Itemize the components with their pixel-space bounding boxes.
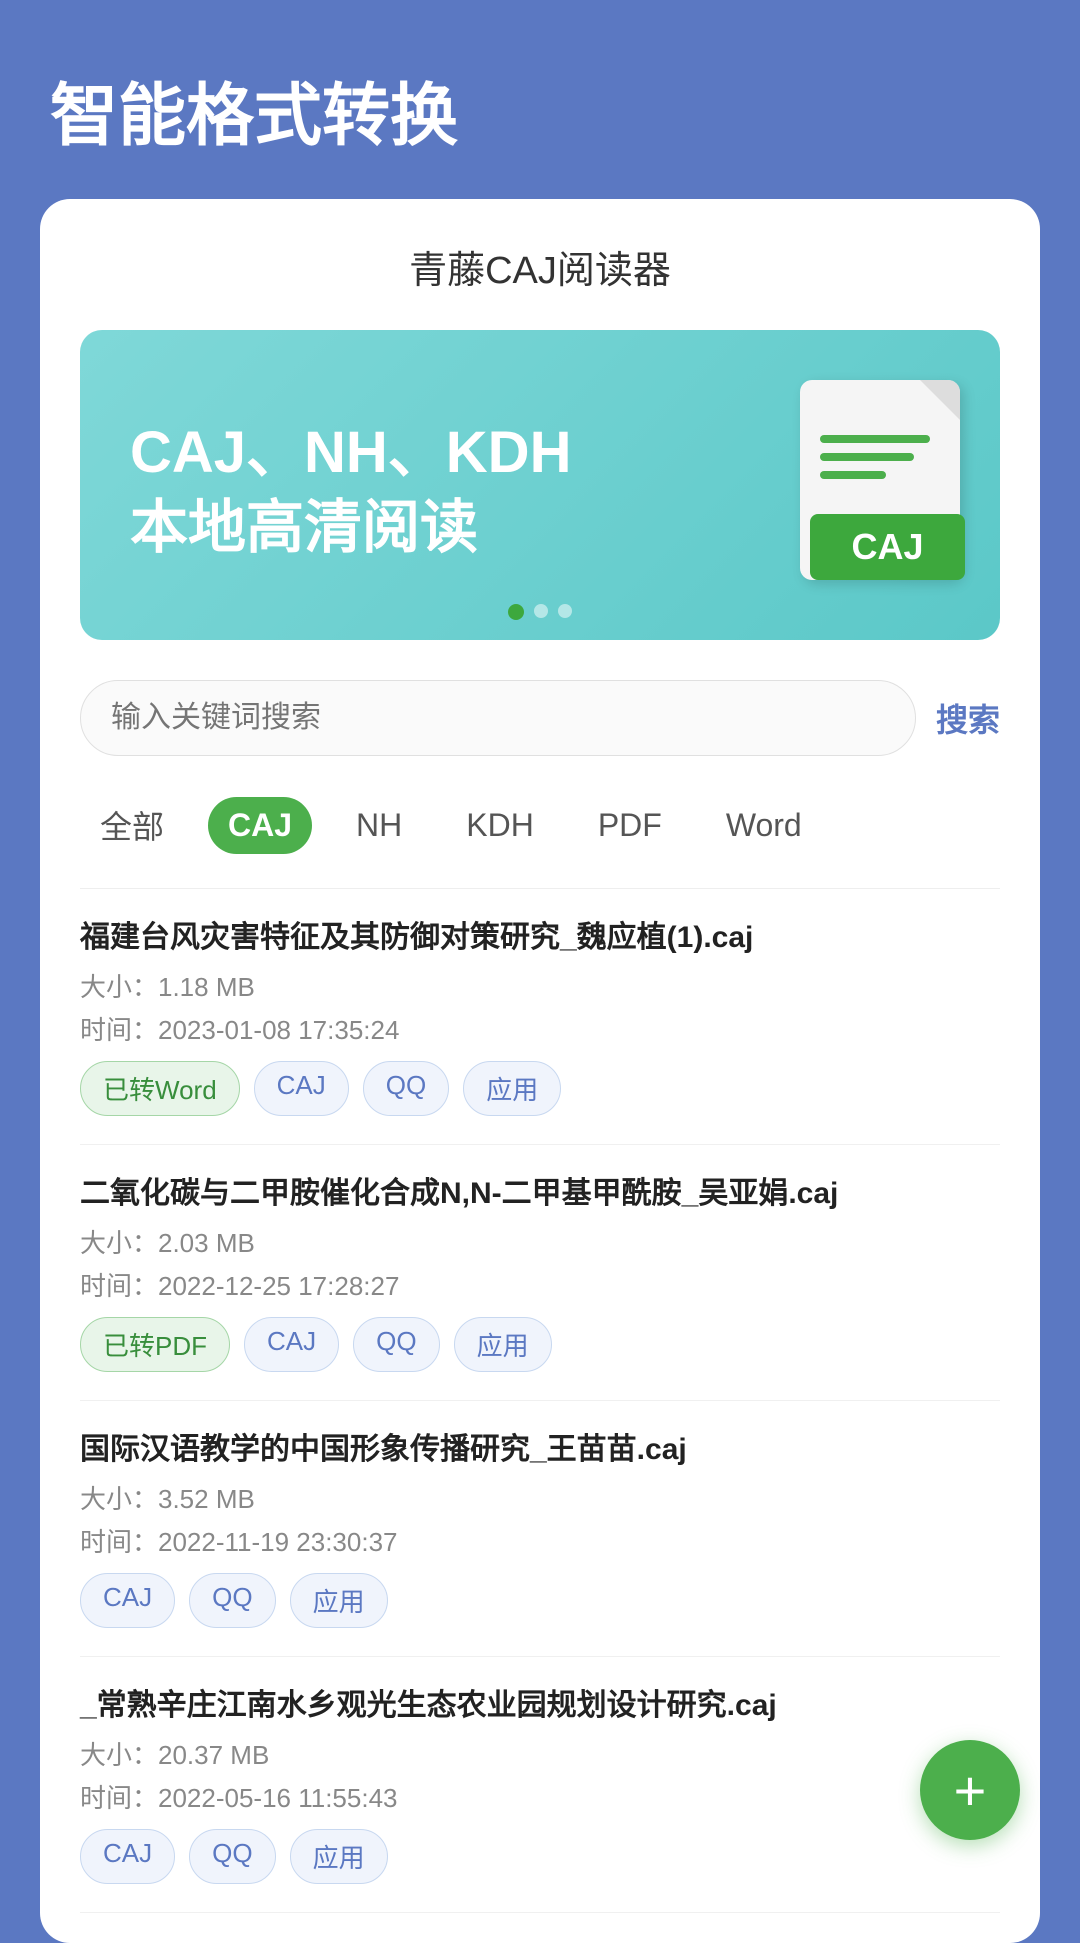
dot-1[interactable] [508, 604, 524, 620]
file-time: 时间：2022-11-19 23:30:37 [80, 1522, 1000, 1559]
tag-app[interactable]: 应用 [290, 1573, 388, 1628]
file-size: 大小：1.18 MB [80, 967, 1000, 1004]
doc-line-2 [820, 453, 914, 461]
main-card: 青藤CAJ阅读器 CAJ、NH、KDH 本地高清阅读 CAJ 搜索 [40, 199, 1040, 1943]
doc-lines [820, 435, 930, 489]
filter-caj[interactable]: CAJ [208, 797, 312, 854]
filter-word[interactable]: Word [706, 797, 822, 854]
tag-app[interactable]: 应用 [290, 1829, 388, 1884]
banner-line1: CAJ、NH、KDH [130, 415, 571, 490]
search-input[interactable] [80, 680, 916, 756]
filter-pdf[interactable]: PDF [578, 797, 682, 854]
file-name: 国际汉语教学的中国形象传播研究_王苗苗.caj [80, 1429, 1000, 1471]
tag-qq[interactable]: QQ [189, 1829, 275, 1884]
file-name: 二氧化碳与二甲胺催化合成N,N-二甲基甲酰胺_吴亚娟.caj [80, 1173, 1000, 1215]
file-item: 国际汉语教学的中国形象传播研究_王苗苗.caj 大小：3.52 MB 时间：20… [80, 1401, 1000, 1657]
file-tags: 已转Word CAJ QQ 应用 [80, 1061, 1000, 1116]
file-time: 时间：2023-01-08 17:35:24 [80, 1010, 1000, 1047]
doc-icon: CAJ [800, 380, 960, 580]
file-list: 福建台风灾害特征及其防御对策研究_魏应植(1).caj 大小：1.18 MB 时… [80, 889, 1000, 1913]
file-size: 大小：20.37 MB [80, 1735, 1000, 1772]
caj-label: CAJ [810, 514, 965, 580]
doc-line-3 [820, 471, 886, 479]
tag-qq[interactable]: QQ [189, 1573, 275, 1628]
file-tags: CAJ QQ 应用 [80, 1829, 1000, 1884]
tag-caj[interactable]: CAJ [80, 1573, 175, 1628]
tag-caj[interactable]: CAJ [244, 1317, 339, 1372]
page-title: 智能格式转换 [0, 0, 1080, 199]
file-tags: 已转PDF CAJ QQ 应用 [80, 1317, 1000, 1372]
file-item: _常熟辛庄江南水乡观光生态农业园规划设计研究.caj 大小：20.37 MB 时… [80, 1657, 1000, 1913]
file-time: 时间：2022-05-16 11:55:43 [80, 1778, 1000, 1815]
filter-all[interactable]: 全部 [80, 792, 184, 858]
file-name: _常熟辛庄江南水乡观光生态农业园规划设计研究.caj [80, 1685, 1000, 1727]
doc-line-1 [820, 435, 930, 443]
file-size: 大小：3.52 MB [80, 1479, 1000, 1516]
tag-caj[interactable]: CAJ [80, 1829, 175, 1884]
tag-app[interactable]: 应用 [463, 1061, 561, 1116]
file-name: 福建台风灾害特征及其防御对策研究_魏应植(1).caj [80, 917, 1000, 959]
tag-caj[interactable]: CAJ [254, 1061, 349, 1116]
banner-text: CAJ、NH、KDH 本地高清阅读 [130, 415, 571, 566]
tag-app[interactable]: 应用 [454, 1317, 552, 1372]
file-tags: CAJ QQ 应用 [80, 1573, 1000, 1628]
filter-kdh[interactable]: KDH [446, 797, 554, 854]
tag-qq[interactable]: QQ [353, 1317, 439, 1372]
search-button[interactable]: 搜索 [936, 695, 1000, 741]
tag-converted-pdf[interactable]: 已转PDF [80, 1317, 230, 1372]
search-row: 搜索 [80, 680, 1000, 756]
banner-dots [508, 604, 572, 620]
tag-qq[interactable]: QQ [363, 1061, 449, 1116]
tag-converted-word[interactable]: 已转Word [80, 1061, 240, 1116]
card-header: 青藤CAJ阅读器 [80, 239, 1000, 294]
filter-nh[interactable]: NH [336, 797, 422, 854]
file-time: 时间：2022-12-25 17:28:27 [80, 1266, 1000, 1303]
file-item: 福建台风灾害特征及其防御对策研究_魏应植(1).caj 大小：1.18 MB 时… [80, 889, 1000, 1145]
banner-icon: CAJ [760, 380, 960, 600]
dot-3[interactable] [558, 604, 572, 618]
banner-line2: 本地高清阅读 [130, 490, 571, 565]
dot-2[interactable] [534, 604, 548, 618]
file-size: 大小：2.03 MB [80, 1223, 1000, 1260]
file-item: 二氧化碳与二甲胺催化合成N,N-二甲基甲酰胺_吴亚娟.caj 大小：2.03 M… [80, 1145, 1000, 1401]
banner: CAJ、NH、KDH 本地高清阅读 CAJ [80, 330, 1000, 640]
fab-add-button[interactable]: + [920, 1740, 1020, 1840]
filter-tabs: 全部 CAJ NH KDH PDF Word [80, 792, 1000, 858]
